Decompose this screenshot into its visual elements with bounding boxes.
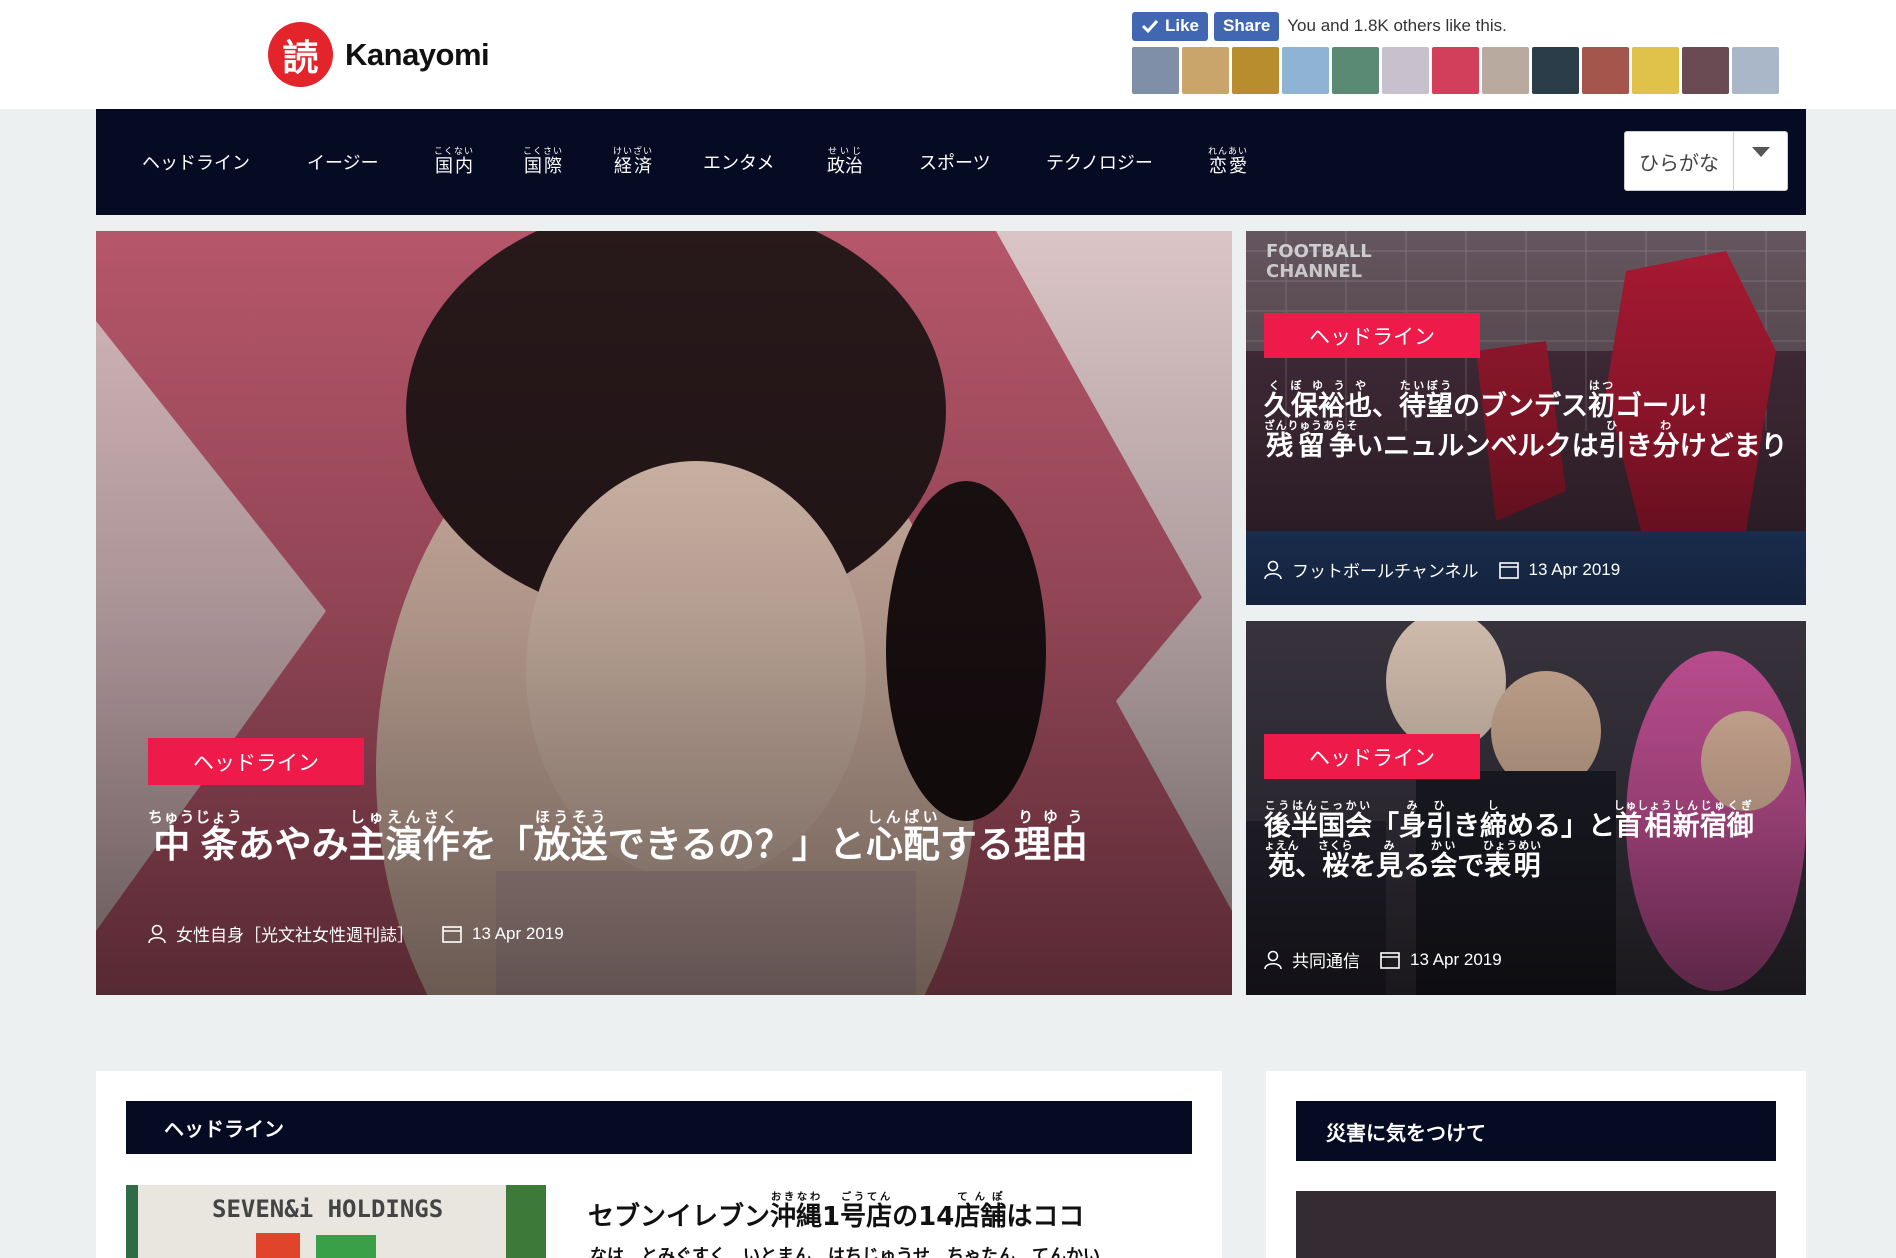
- nav-item-3[interactable]: 国際こくさい: [523, 109, 563, 215]
- article-thumbnail-1[interactable]: SEVEN&i HOLDINGS: [126, 1185, 546, 1258]
- hero-side-card-2[interactable]: ヘッドライン 後半国会こうはんこっかい「身引みひき締しめる」と首相しゅしょう新宿…: [1246, 621, 1806, 995]
- nav-item-5[interactable]: エンタメ: [703, 109, 774, 215]
- logo-text: Kanayomi: [345, 36, 490, 72]
- hero-side-meta-1: フットボールチャンネル 13 Apr 2019: [1264, 557, 1620, 582]
- section-header-right: 災害に気をつけて: [1296, 1101, 1776, 1161]
- nav-item-4[interactable]: 経済けいざい: [613, 109, 653, 215]
- hero-main-badge[interactable]: ヘッドライン: [148, 738, 364, 785]
- nav-item-2[interactable]: 国内こくない: [434, 109, 474, 215]
- user-icon: [1264, 560, 1282, 579]
- fb-friend-avatar[interactable]: [1232, 47, 1279, 94]
- fb-friend-avatar[interactable]: [1132, 47, 1179, 94]
- hero-side-badge-2[interactable]: ヘッドライン: [1264, 734, 1480, 779]
- calendar-icon: [1498, 561, 1519, 579]
- fb-friend-avatar[interactable]: [1432, 47, 1479, 94]
- chevron-down-icon: [1751, 147, 1770, 157]
- fb-social-text: You and 1.8K others like this.: [1287, 16, 1507, 35]
- fb-share-label: Share: [1223, 16, 1271, 35]
- hero-side-badge-1[interactable]: ヘッドライン: [1264, 313, 1480, 358]
- headline-section: ヘッドライン SEVEN&i HOLDINGS セブンイレブン沖縄おきなわ1号店…: [96, 1071, 1222, 1258]
- fb-friend-avatar[interactable]: [1632, 47, 1679, 94]
- fb-friend-avatar[interactable]: [1332, 47, 1379, 94]
- check-icon: [1141, 19, 1159, 34]
- user-icon: [1264, 950, 1282, 969]
- thumb-image-1: SEVEN&i HOLDINGS: [126, 1185, 546, 1258]
- hero-side-title-1[interactable]: 久保裕也くぼゆうや、待望たいぼうのブンデス初はつゴール！残留争ざんりゅうあらそい…: [1264, 379, 1804, 462]
- nav-item-8[interactable]: テクノロジー: [1046, 109, 1153, 215]
- logo-mark: 読: [268, 22, 333, 87]
- nav-item-9[interactable]: 恋愛れんあい: [1208, 109, 1248, 215]
- hero-main-meta: 女性自身［光文社女性週刊誌］ 13 Apr 2019: [148, 921, 564, 946]
- site-logo[interactable]: 読 Kanayomi: [268, 22, 490, 87]
- script-select-value: ひらがな: [1639, 150, 1719, 175]
- main-nav: ヘッドライン イージー 国内こくない 国際こくさい 経済けいざい エンタメ 政治せいじ スポー…: [96, 109, 1806, 215]
- fb-friend-avatar[interactable]: [1482, 47, 1529, 94]
- article-ruby-row: なは とみぐすく いとまん はちじゅうせ ちゃたん てんかい: [590, 1246, 1100, 1258]
- fb-like-label: Like: [1165, 16, 1200, 35]
- nav-item-1[interactable]: イージー: [307, 109, 379, 215]
- hero-side-meta-2: 共同通信 13 Apr 2019: [1264, 947, 1502, 972]
- hero-main-overlay: [96, 231, 1232, 995]
- fb-faces: [1132, 47, 1782, 94]
- select-arrow-box[interactable]: [1733, 132, 1787, 190]
- top-bar: 読 Kanayomi Like Share You and 1.8K other…: [0, 0, 1896, 109]
- fb-friend-avatar[interactable]: [1582, 47, 1629, 94]
- thumb-text: SEVEN&i HOLDINGS: [212, 1195, 443, 1223]
- user-icon: [148, 924, 166, 943]
- calendar-icon: [1380, 951, 1400, 969]
- section-header-left: ヘッドライン: [126, 1101, 1192, 1154]
- fb-friend-avatar[interactable]: [1282, 47, 1329, 94]
- article-title-1[interactable]: セブンイレブン沖縄おきなわ1号店ごうてんの14店舗てんぽはココ: [588, 1191, 1084, 1233]
- fb-friend-avatar[interactable]: [1732, 47, 1779, 94]
- hero-side-title-2[interactable]: 後半国会こうはんこっかい「身引みひき締しめる」と首相しゅしょう新宿御苑しんじゅく…: [1264, 799, 1804, 882]
- hero-side-date-2: 13 Apr 2019: [1410, 949, 1502, 969]
- fb-friend-avatar[interactable]: [1382, 47, 1429, 94]
- hero-main-date: 13 Apr 2019: [472, 923, 564, 943]
- calendar-icon: [442, 925, 462, 943]
- script-select[interactable]: ひらがな: [1624, 131, 1788, 191]
- disaster-section: 災害に気をつけて: [1266, 1071, 1806, 1258]
- hero-side-card-1[interactable]: FOOTBALL CHANNEL ヘッドライン 久保裕也くぼゆうや、待望たいぼう…: [1246, 231, 1806, 605]
- nav-item-0[interactable]: ヘッドライン: [142, 109, 250, 215]
- nav-item-7[interactable]: スポーツ: [919, 109, 991, 215]
- hero-side-date-1: 13 Apr 2019: [1528, 559, 1621, 579]
- hero-side-author-2[interactable]: 共同通信: [1292, 947, 1360, 972]
- fb-share-button[interactable]: Share: [1214, 11, 1280, 41]
- hero-main-title[interactable]: 中条ちゅうじょうあやみ主演作しゅえんさくを「放送ほうそうできるの？」と心配しんぱ…: [148, 809, 1088, 867]
- nav-item-6[interactable]: 政治せいじ: [827, 109, 863, 215]
- hero-main-card[interactable]: ヘッドライン 中条ちゅうじょうあやみ主演作しゅえんさくを「放送ほうそうできるの？…: [96, 231, 1232, 995]
- disaster-thumbnail[interactable]: [1296, 1191, 1776, 1258]
- fb-friend-avatar[interactable]: [1532, 47, 1579, 94]
- fb-friend-avatar[interactable]: [1682, 47, 1729, 94]
- fb-friend-avatar[interactable]: [1182, 47, 1229, 94]
- fb-like-button[interactable]: Like: [1132, 11, 1209, 41]
- hero-side-author-1[interactable]: フットボールチャンネル: [1292, 557, 1479, 582]
- hero-main-author[interactable]: 女性自身［光文社女性週刊誌］: [176, 921, 414, 946]
- facebook-widget: Like Share You and 1.8K others like this…: [1132, 11, 1782, 94]
